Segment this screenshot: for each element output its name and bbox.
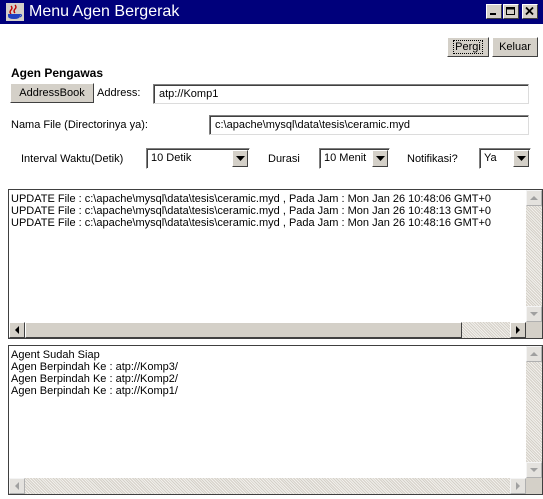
minimize-icon bbox=[490, 13, 496, 15]
minimize-button[interactable] bbox=[486, 4, 502, 19]
arrow-left-icon bbox=[15, 482, 19, 490]
scroll-corner bbox=[526, 478, 542, 494]
update-log-line: UPDATE File : c:\apache\mysql\data\tesis… bbox=[11, 193, 492, 205]
chevron-down-icon bbox=[236, 156, 245, 161]
window-title: Menu Agen Bergerak bbox=[29, 3, 180, 20]
arrow-up-icon bbox=[530, 352, 538, 356]
scroll-right-button[interactable] bbox=[510, 478, 526, 494]
arrow-right-icon bbox=[516, 326, 520, 334]
status-log-line: Agen Berpindah Ke : atp://Komp3/ bbox=[11, 361, 178, 373]
maximize-button[interactable] bbox=[503, 4, 519, 19]
arrow-left-icon bbox=[15, 326, 19, 334]
scroll-right-button[interactable] bbox=[510, 322, 526, 338]
scroll-up-button[interactable] bbox=[526, 346, 542, 362]
filename-input[interactable]: c:\apache\mysql\data\tesis\ceramic.myd bbox=[209, 115, 529, 135]
scroll-up-button[interactable] bbox=[526, 190, 542, 206]
chevron-down-icon bbox=[376, 156, 385, 161]
interval-select-value: 10 Detik bbox=[151, 152, 192, 164]
update-log-hscroll-thumb[interactable] bbox=[25, 322, 462, 338]
status-log-pane[interactable]: Agent Sudah Siap Agen Berpindah Ke : atp… bbox=[8, 345, 543, 495]
interval-dropdown-button[interactable] bbox=[232, 150, 248, 167]
durasi-select-value: 10 Menit bbox=[324, 152, 367, 164]
scroll-left-button[interactable] bbox=[9, 478, 25, 494]
title-bar[interactable]: Menu Agen Bergerak bbox=[0, 0, 543, 24]
close-icon bbox=[525, 7, 534, 16]
pergi-button-label: Pergi bbox=[453, 40, 483, 54]
close-button[interactable] bbox=[522, 4, 538, 19]
scroll-left-button[interactable] bbox=[9, 322, 25, 338]
java-cup-icon bbox=[6, 3, 24, 21]
status-log-line: Agent Sudah Siap bbox=[11, 349, 100, 361]
arrow-down-icon bbox=[530, 468, 538, 472]
chevron-down-icon bbox=[517, 156, 526, 161]
interval-label: Interval Waktu(Detik) bbox=[21, 153, 124, 165]
arrow-right-icon bbox=[516, 482, 520, 490]
address-label: Address: bbox=[97, 87, 141, 99]
durasi-label: Durasi bbox=[268, 153, 300, 165]
notifikasi-select[interactable]: Ya bbox=[479, 148, 531, 169]
arrow-up-icon bbox=[530, 196, 538, 200]
status-log-line: Agen Berpindah Ke : atp://Komp1/ bbox=[11, 385, 178, 397]
durasi-select[interactable]: 10 Menit bbox=[319, 148, 390, 169]
status-log-vscroll[interactable] bbox=[526, 346, 542, 478]
update-log-line: UPDATE File : c:\apache\mysql\data\tesis… bbox=[11, 217, 492, 229]
update-log-line: UPDATE File : c:\apache\mysql\data\tesis… bbox=[11, 205, 492, 217]
update-log-pane[interactable]: UPDATE File : c:\apache\mysql\data\tesis… bbox=[8, 189, 543, 339]
addressbook-button[interactable]: AddressBook bbox=[10, 83, 94, 103]
arrow-down-icon bbox=[530, 312, 538, 316]
main-window: Menu Agen Bergerak Pergi Keluar Agen Pen… bbox=[0, 0, 543, 499]
pergi-button[interactable]: Pergi bbox=[447, 37, 489, 57]
notifikasi-select-value: Ya bbox=[484, 152, 497, 164]
address-input[interactable]: atp://Komp1 bbox=[153, 84, 529, 104]
scroll-down-button[interactable] bbox=[526, 462, 542, 478]
filename-label: Nama File (Directorinya ya): bbox=[11, 119, 148, 131]
notifikasi-dropdown-button[interactable] bbox=[513, 150, 529, 167]
update-log-hscroll[interactable] bbox=[9, 322, 526, 338]
status-log-hscroll[interactable] bbox=[9, 478, 526, 494]
interval-select[interactable]: 10 Detik bbox=[146, 148, 250, 169]
scroll-corner bbox=[526, 322, 542, 338]
maximize-icon bbox=[506, 7, 515, 15]
status-log-line: Agen Berpindah Ke : atp://Komp2/ bbox=[11, 373, 178, 385]
agent-heading: Agen Pengawas bbox=[11, 66, 104, 80]
update-log-vscroll[interactable] bbox=[526, 190, 542, 322]
addressbook-button-label: AddressBook bbox=[19, 87, 85, 99]
keluar-button[interactable]: Keluar bbox=[492, 37, 538, 57]
scroll-down-button[interactable] bbox=[526, 306, 542, 322]
durasi-dropdown-button[interactable] bbox=[372, 150, 388, 167]
notifikasi-label: Notifikasi? bbox=[407, 153, 458, 165]
keluar-button-label: Keluar bbox=[499, 41, 531, 53]
